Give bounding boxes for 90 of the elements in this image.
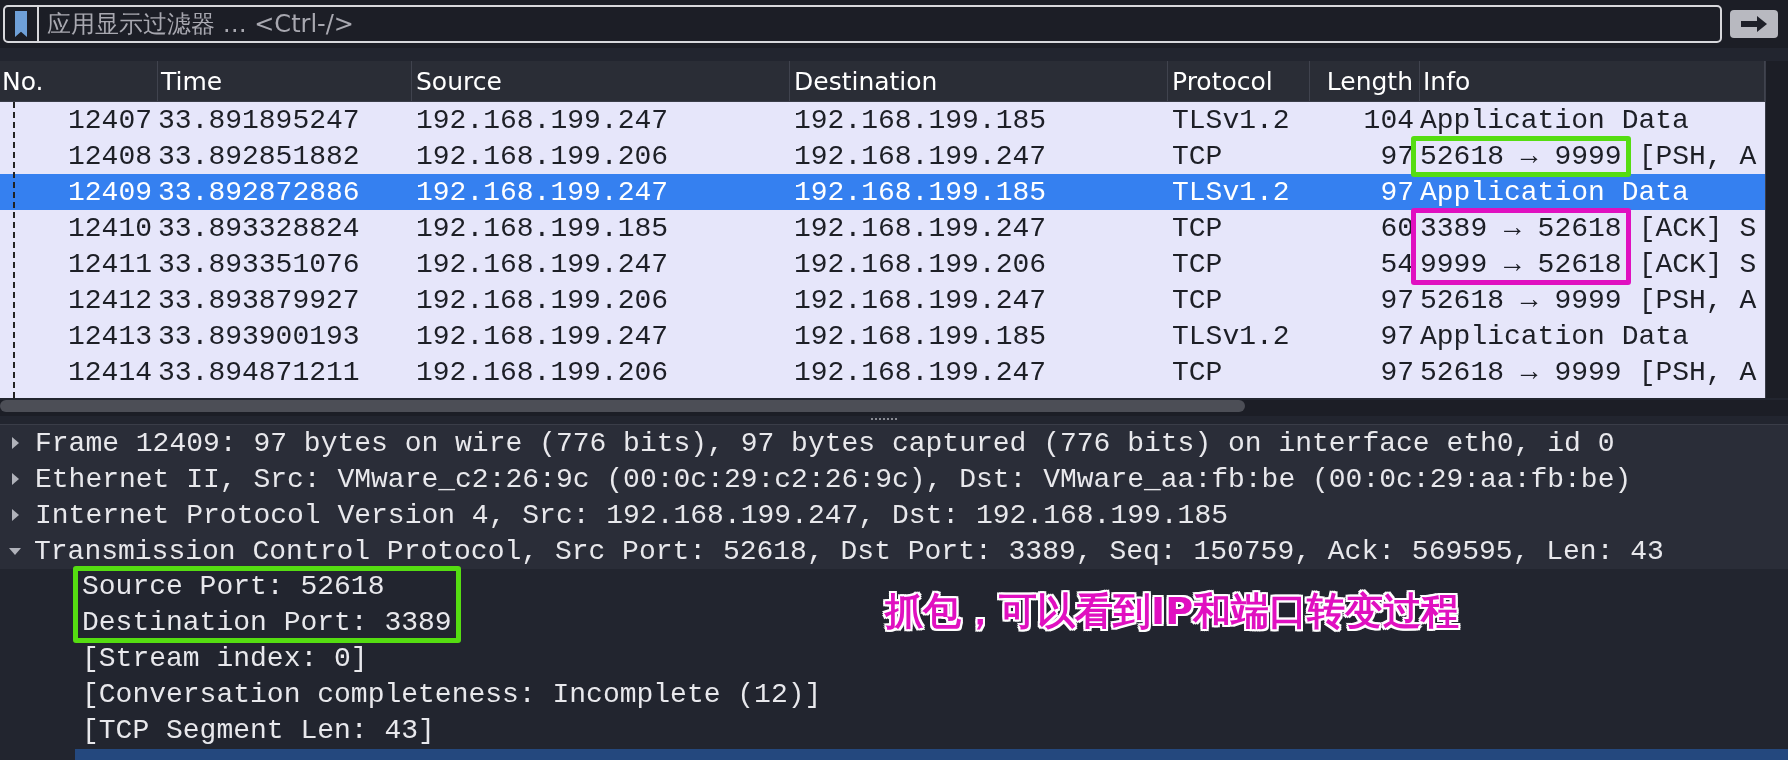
table-cell: Application Data <box>1420 104 1689 136</box>
packet-row[interactable]: 12407 33.891895247 192.168.199.247 192.168.199.185 TLSv1.2 104 Application Data <box>0 102 1765 138</box>
table-cell: 60 <box>1380 212 1414 244</box>
table-cell: 3389 → 52618 <box>1420 212 1622 244</box>
table-cell: TCP <box>1172 356 1223 388</box>
table-cell: TLSv1.2 <box>1172 176 1290 208</box>
tree-item[interactable]: [Stream index: 0] <box>82 641 368 677</box>
table-cell: 192.168.199.185 <box>794 320 1047 352</box>
table-cell: 192.168.199.206 <box>794 248 1047 280</box>
table-cell: 52618 → 9999 <box>1420 356 1622 388</box>
table-cell: 192.168.199.247 <box>416 320 669 352</box>
table-cell: 33.894871211 <box>158 356 360 388</box>
table-cell: 97 <box>1380 176 1414 208</box>
table-cell: 12407 <box>68 104 152 136</box>
table-cell: 33.892851882 <box>158 140 360 172</box>
table-cell: 192.168.199.206 <box>416 284 669 316</box>
table-cell: Application Data <box>1420 320 1689 352</box>
table-cell: 33.892872886 <box>158 176 360 208</box>
table-cell: 192.168.199.247 <box>794 212 1047 244</box>
packet-row[interactable]: 12414 33.894871211 192.168.199.206 192.168.199.247 TCP 97 52618 → 9999 [PSH, A <box>0 354 1765 390</box>
table-cell: 192.168.199.206 <box>416 140 669 172</box>
table-cell: 12412 <box>68 284 152 316</box>
table-cell: 9999 → 52618 <box>1420 248 1622 280</box>
table-cell: 192.168.199.247 <box>416 176 669 208</box>
table-cell: 33.893328824 <box>158 212 360 244</box>
table-cell: 97 <box>1380 284 1414 316</box>
tree-item[interactable]: [TCP Segment Len: 43] <box>82 713 435 749</box>
table-cell: 12410 <box>68 212 152 244</box>
column-header[interactable]: Destination <box>790 61 1168 101</box>
table-cell: 192.168.199.185 <box>794 104 1047 136</box>
annotation-text: 抓包，可以看到IP和端口转变过程 <box>885 588 1459 635</box>
table-cell: [PSH, A <box>1638 356 1757 388</box>
scrollbar[interactable] <box>0 400 1245 412</box>
table-cell: 52618 → 9999 <box>1420 140 1622 172</box>
tree-item[interactable]: Destination Port: 3389 <box>82 605 452 641</box>
table-cell: 192.168.199.185 <box>416 212 669 244</box>
table-cell: 192.168.199.247 <box>794 356 1047 388</box>
table-cell: 192.168.199.206 <box>416 356 669 388</box>
expand-arrow-icon[interactable] <box>12 437 19 449</box>
packet-row[interactable]: 12413 33.893900193 192.168.199.247 192.168.199.185 TLSv1.2 97 Application Data <box>0 318 1765 354</box>
column-header[interactable]: Length <box>1310 61 1420 101</box>
table-cell: [PSH, A <box>1638 284 1757 316</box>
table-cell: 97 <box>1380 320 1414 352</box>
column-header[interactable]: Protocol <box>1168 61 1310 101</box>
table-cell: TCP <box>1172 212 1223 244</box>
table-cell: 12408 <box>68 140 152 172</box>
splitter-handle[interactable] <box>871 417 897 423</box>
packet-row[interactable]: 12412 33.893879927 192.168.199.206 192.168.199.247 TCP 97 52618 → 9999 [PSH, A <box>0 282 1765 318</box>
table-cell: 54 <box>1380 248 1414 280</box>
table-cell: 192.168.199.247 <box>416 104 669 136</box>
table-cell: TCP <box>1172 284 1223 316</box>
table-cell: [ACK] S <box>1638 248 1757 280</box>
column-header[interactable]: Time <box>158 61 412 101</box>
table-cell: 97 <box>1380 356 1414 388</box>
apply-filter-button[interactable] <box>1730 10 1778 38</box>
table-cell: 12414 <box>68 356 152 388</box>
bookmark-icon[interactable] <box>15 11 27 37</box>
table-cell: 12413 <box>68 320 152 352</box>
column-header[interactable]: No. <box>0 61 158 101</box>
table-cell: 33.891895247 <box>158 104 360 136</box>
table-cell: 52618 → 9999 <box>1420 284 1622 316</box>
table-cell: [PSH, A <box>1638 140 1757 172</box>
expand-arrow-icon[interactable] <box>12 473 19 485</box>
packet-row[interactable]: 12411 33.893351076 192.168.199.247 192.168.199.206 TCP 54 9999 → 52618 [ACK] S <box>0 246 1765 282</box>
table-cell: 192.168.199.247 <box>794 284 1047 316</box>
table-cell: 192.168.199.247 <box>794 140 1047 172</box>
table-cell: TLSv1.2 <box>1172 104 1290 136</box>
table-cell: 33.893900193 <box>158 320 360 352</box>
table-cell: 192.168.199.247 <box>416 248 669 280</box>
table-cell: 33.893351076 <box>158 248 360 280</box>
table-cell: 12409 <box>68 176 152 208</box>
table-cell: 33.893879927 <box>158 284 360 316</box>
packet-row[interactable]: 12408 33.892851882 192.168.199.206 192.168.199.247 TCP 97 52618 → 9999 [PSH, A <box>0 138 1765 174</box>
table-cell: TCP <box>1172 248 1223 280</box>
collapse-arrow-icon[interactable] <box>9 547 21 555</box>
table-cell: 192.168.199.185 <box>794 176 1047 208</box>
table-cell: [ACK] S <box>1638 212 1757 244</box>
scrollbar[interactable] <box>1765 61 1788 398</box>
table-cell: 97 <box>1380 140 1414 172</box>
expand-arrow-icon[interactable] <box>12 509 19 521</box>
packet-row[interactable]: 12410 33.893328824 192.168.199.185 192.168.199.247 TCP 60 3389 → 52618 [ACK] S <box>0 210 1765 246</box>
table-cell: TCP <box>1172 140 1223 172</box>
packet-row[interactable]: 12409 33.892872886 192.168.199.247 192.168.199.185 TLSv1.2 97 Application Data <box>0 174 1765 210</box>
column-header[interactable]: Source <box>412 61 790 101</box>
tree-item[interactable]: [Conversation completeness: Incomplete (12)] <box>82 677 822 713</box>
table-cell: TLSv1.2 <box>1172 320 1290 352</box>
table-cell: 12411 <box>68 248 152 280</box>
table-cell: 104 <box>1363 104 1414 136</box>
table-cell: Application Data <box>1420 176 1689 208</box>
tree-item[interactable]: Source Port: 52618 <box>82 569 385 605</box>
